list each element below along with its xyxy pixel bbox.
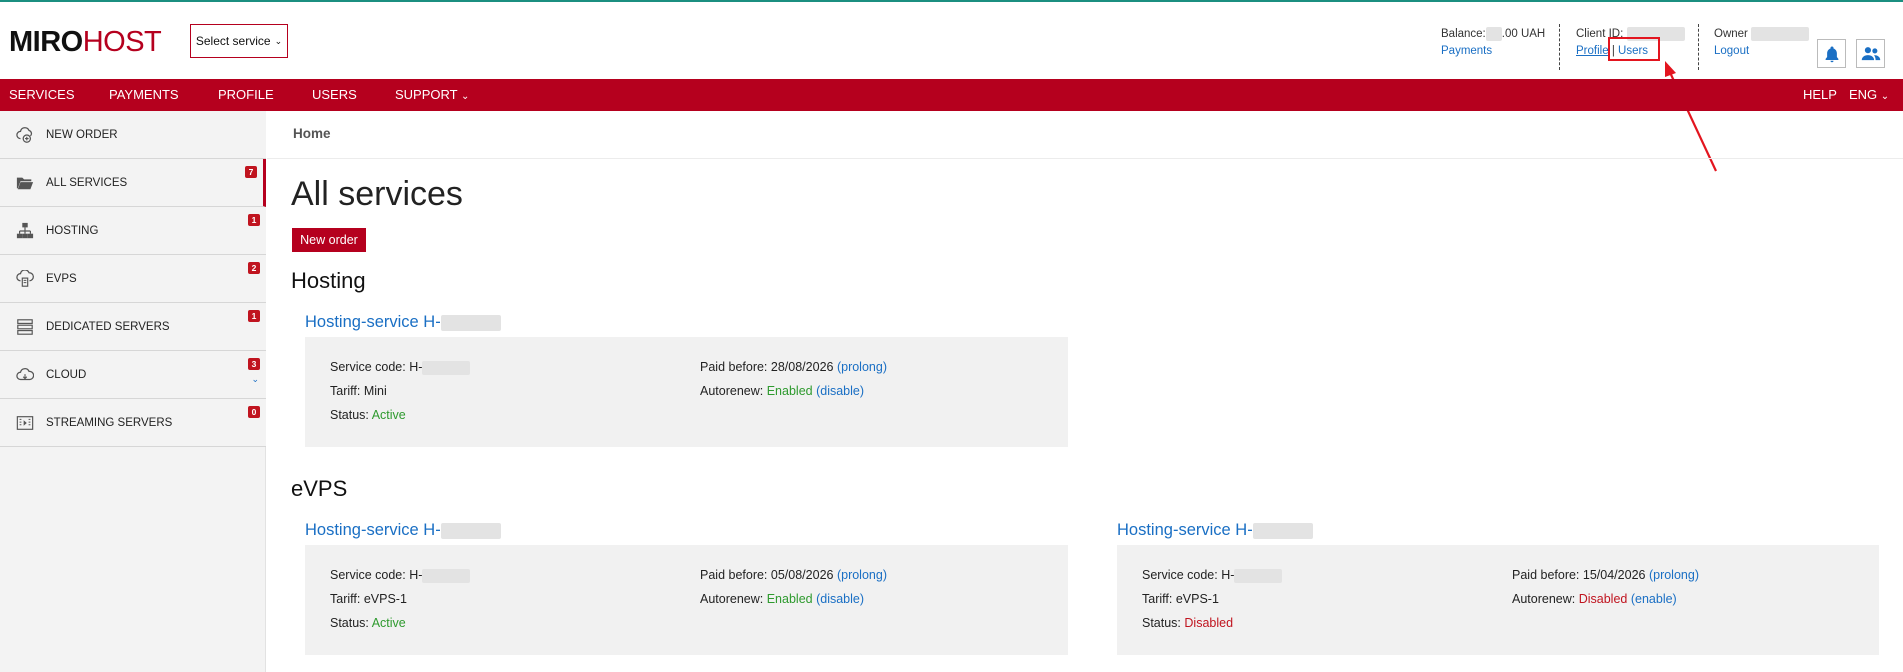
service-title-link[interactable]: Hosting-service H- xyxy=(305,520,501,540)
autorenew-row: Autorenew: Disabled (enable) xyxy=(1512,592,1677,606)
page-title: All services xyxy=(291,175,463,213)
service-code: Service code: H- xyxy=(330,567,471,583)
status-badge: Active xyxy=(371,408,406,422)
count-badge: 2 xyxy=(248,262,260,274)
breadcrumb-bar: Home xyxy=(267,111,1903,159)
server-rack-icon xyxy=(17,319,33,335)
language-selector[interactable]: ENG ⌄ xyxy=(1849,79,1889,111)
status-row: Status: Disabled xyxy=(1142,616,1234,630)
sidebar-item-evps[interactable]: EVPS 2 xyxy=(0,255,266,303)
team-button[interactable] xyxy=(1856,39,1885,68)
cloud-icon xyxy=(16,368,34,381)
paid-before-row: Paid before: 15/04/2026 (prolong) xyxy=(1512,568,1699,582)
status-badge: Disabled xyxy=(1184,616,1234,630)
annotation-highlight-box xyxy=(1608,37,1660,61)
status-row: Status: Active xyxy=(330,408,406,422)
count-badge: 0 xyxy=(248,406,260,418)
autorenew-row: Autorenew: Enabled (disable) xyxy=(700,592,865,606)
main-nav: SERVICES PAYMENTS PROFILE USERS SUPPORT … xyxy=(0,79,1903,111)
enable-autorenew-link[interactable]: (enable) xyxy=(1631,592,1677,606)
nav-payments[interactable]: PAYMENTS xyxy=(109,79,179,111)
service-title-link[interactable]: Hosting-service H- xyxy=(1117,520,1313,540)
profile-link[interactable]: Profile xyxy=(1576,45,1609,57)
redacted-service-id xyxy=(440,522,501,539)
service-card: Service code: H- Tariff: eVPS-1 Status: … xyxy=(305,545,1068,655)
redacted-service-code xyxy=(422,568,471,583)
sidebar: NEW ORDER ALL SERVICES 7 HOSTING 1 EVPS … xyxy=(0,111,266,672)
service-title-link[interactable]: Hosting-service H- xyxy=(305,312,501,332)
prolong-link[interactable]: (prolong) xyxy=(1649,568,1699,582)
paid-before-row: Paid before: 28/08/2026 (prolong) xyxy=(700,360,887,374)
network-icon xyxy=(16,222,34,239)
count-badge: 7 xyxy=(245,166,257,178)
count-badge: 3 xyxy=(248,358,260,370)
count-badge: 1 xyxy=(248,214,260,226)
redacted-balance xyxy=(1485,26,1502,41)
notifications-button[interactable] xyxy=(1817,39,1846,68)
select-service-dropdown[interactable]: Select service ⌄ xyxy=(190,24,288,58)
redacted-service-code xyxy=(1234,568,1283,583)
paid-before-row: Paid before: 05/08/2026 (prolong) xyxy=(700,568,887,582)
count-badge: 1 xyxy=(248,310,260,322)
chevron-down-icon[interactable]: ⌄ xyxy=(251,374,259,385)
redacted-service-code xyxy=(422,360,471,375)
service-card: Service code: H- Tariff: Mini Status: Ac… xyxy=(305,337,1068,447)
chevron-down-icon: ⌄ xyxy=(1880,91,1890,102)
sidebar-item-hosting[interactable]: HOSTING 1 xyxy=(0,207,266,255)
sidebar-item-cloud[interactable]: CLOUD 3 ⌄ xyxy=(0,351,266,399)
redacted-owner-name xyxy=(1751,26,1810,41)
streaming-icon xyxy=(16,416,34,430)
chevron-down-icon: ⌄ xyxy=(274,35,283,46)
folder-icon xyxy=(16,177,34,190)
service-card: Service code: H- Tariff: eVPS-1 Status: … xyxy=(1117,545,1879,655)
chevron-down-icon: ⌄ xyxy=(461,91,470,102)
prolong-link[interactable]: (prolong) xyxy=(837,568,887,582)
new-order-icon xyxy=(16,127,33,143)
logo[interactable]: MIROHOST xyxy=(9,27,162,57)
disable-autorenew-link[interactable]: (disable) xyxy=(816,592,864,606)
service-code: Service code: H- xyxy=(1142,567,1283,583)
sidebar-item-streaming-servers[interactable]: STREAMING SERVERS 0 xyxy=(0,399,266,447)
prolong-link[interactable]: (prolong) xyxy=(837,360,887,374)
cloud-server-icon xyxy=(16,270,34,287)
nav-services[interactable]: SERVICES xyxy=(9,79,75,111)
nav-help[interactable]: HELP xyxy=(1803,79,1837,111)
tariff-row: Tariff: eVPS-1 xyxy=(1142,592,1219,606)
balance-block: Balance: .00 UAH Payments xyxy=(1441,26,1546,57)
redacted-service-id xyxy=(440,314,501,331)
nav-profile[interactable]: PROFILE xyxy=(218,79,274,111)
header-divider xyxy=(1559,24,1560,70)
users-icon xyxy=(1861,46,1880,60)
section-title-evps: eVPS xyxy=(291,476,348,501)
disable-autorenew-link[interactable]: (disable) xyxy=(816,384,864,398)
status-row: Status: Active xyxy=(330,616,406,630)
tariff-row: Tariff: eVPS-1 xyxy=(330,592,407,606)
sidebar-item-dedicated-servers[interactable]: DEDICATED SERVERS 1 xyxy=(0,303,266,351)
new-order-button[interactable]: New order xyxy=(292,228,366,252)
sidebar-item-all-services[interactable]: ALL SERVICES 7 xyxy=(0,159,266,207)
autorenew-row: Autorenew: Enabled (disable) xyxy=(700,384,865,398)
tariff-row: Tariff: Mini xyxy=(330,384,387,398)
status-badge: Active xyxy=(371,616,406,630)
sidebar-item-new-order[interactable]: NEW ORDER xyxy=(0,111,266,159)
payments-link[interactable]: Payments xyxy=(1441,45,1492,57)
redacted-service-id xyxy=(1252,522,1313,539)
nav-users[interactable]: USERS xyxy=(312,79,357,111)
nav-support[interactable]: SUPPORT ⌄ xyxy=(395,79,469,111)
service-code: Service code: H- xyxy=(330,359,471,375)
breadcrumb[interactable]: Home xyxy=(293,126,331,141)
section-title-hosting: Hosting xyxy=(291,268,366,293)
bell-icon xyxy=(1825,46,1838,62)
